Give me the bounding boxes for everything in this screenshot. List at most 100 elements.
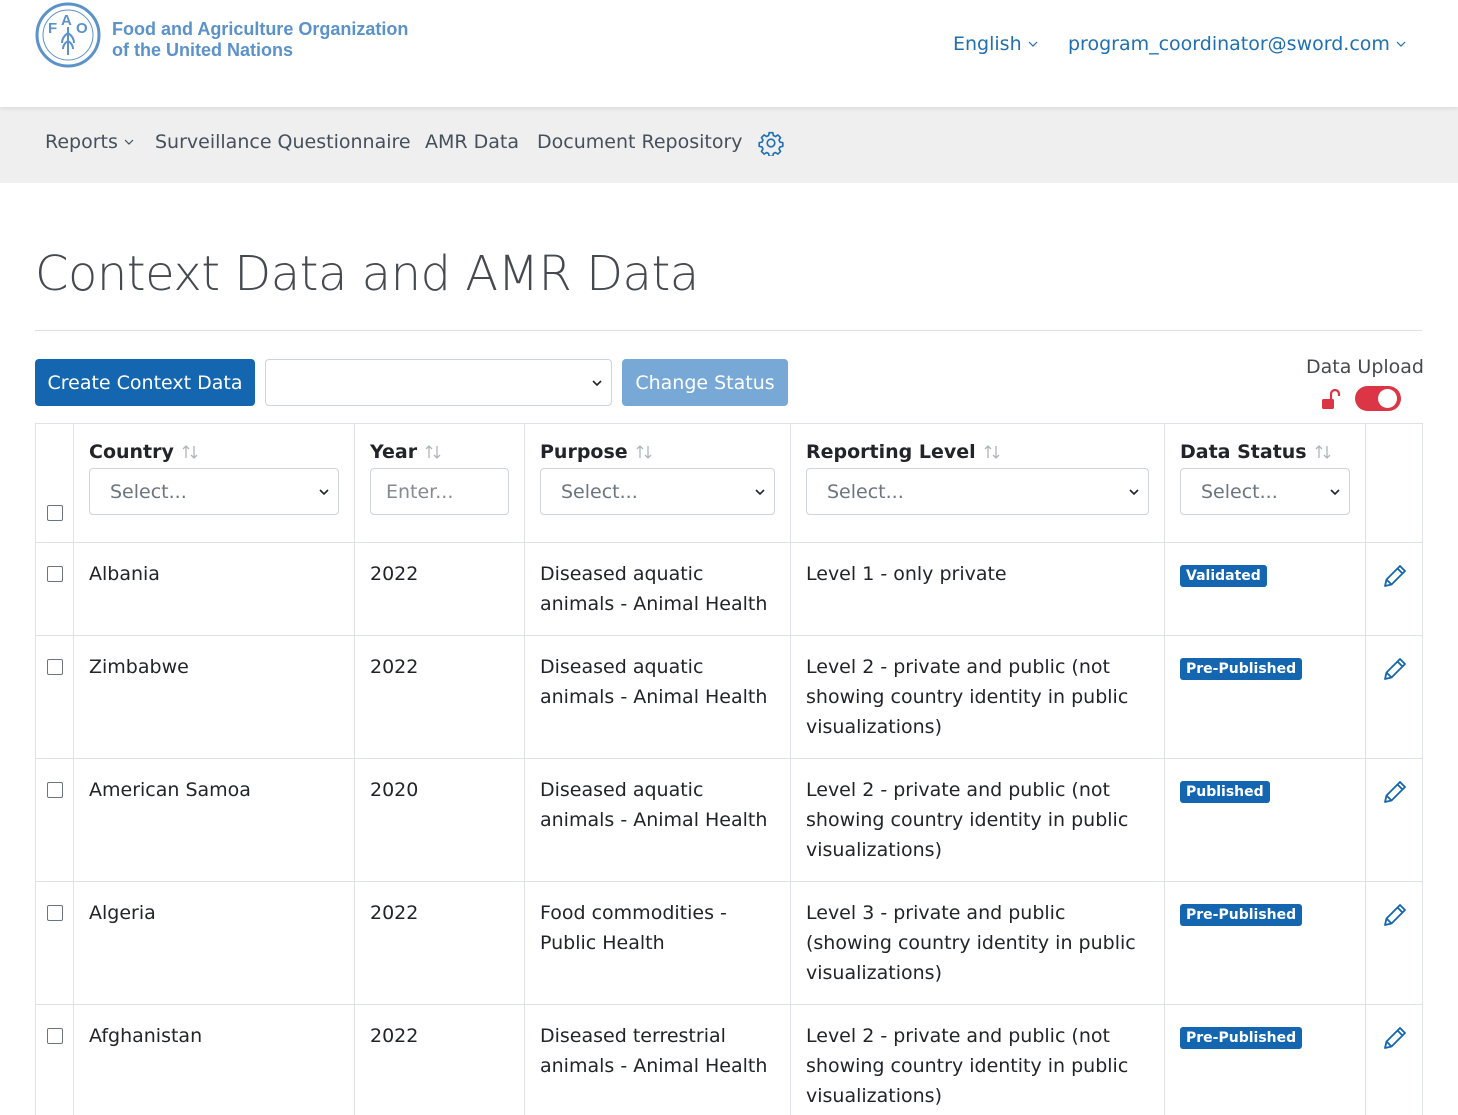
user-dropdown[interactable]: program_coordinator@sword.com	[1068, 33, 1406, 55]
row-select-cell	[35, 542, 74, 636]
column-year-label: Year	[370, 441, 418, 463]
row-checkbox[interactable]	[47, 566, 63, 582]
status-badge: Validated	[1180, 565, 1267, 587]
cell-purpose: Diseased aquatic animals - Animal Health	[524, 635, 791, 759]
column-header[interactable]: Year	[370, 438, 509, 466]
org-name: Food and Agriculture Organization of the…	[112, 19, 408, 61]
svg-text:F: F	[48, 20, 57, 37]
table-row: Algeria 2022 Food commodities - Public H…	[35, 881, 1423, 1005]
pencil-icon[interactable]	[1381, 1024, 1409, 1052]
cell-data-status: Pre-Published	[1164, 635, 1366, 759]
cell-data-status: Pre-Published	[1164, 881, 1366, 1005]
column-country-label: Country	[89, 441, 174, 463]
unlock-icon	[1322, 388, 1341, 409]
cell-year: 2020	[354, 758, 525, 882]
sort-icon[interactable]	[634, 442, 654, 462]
column-year: Year Enter...	[354, 423, 525, 543]
language-label: English	[953, 33, 1022, 55]
status-select[interactable]	[265, 359, 612, 406]
fao-logo[interactable]: F A O	[34, 1, 102, 69]
table-row: Albania 2022 Diseased aquatic animals - …	[35, 542, 1423, 636]
select-all-checkbox[interactable]	[47, 505, 63, 521]
row-select-cell	[35, 881, 74, 1005]
purpose-filter-select[interactable]: Select...	[540, 468, 775, 515]
column-header[interactable]: Country	[89, 438, 339, 466]
chevron-down-icon	[124, 139, 134, 145]
table-row: Afghanistan 2022 Diseased terrestrial an…	[35, 1004, 1423, 1115]
purpose-filter-value: Select...	[561, 481, 638, 503]
column-header[interactable]: Purpose	[540, 438, 775, 466]
chevron-down-icon	[1330, 489, 1340, 496]
divider	[35, 330, 1422, 331]
language-dropdown[interactable]: English	[953, 33, 1038, 55]
user-email: program_coordinator@sword.com	[1068, 33, 1390, 55]
data-upload-toggle[interactable]	[1355, 386, 1401, 411]
cell-data-status: Pre-Published	[1164, 1004, 1366, 1115]
cell-reporting-level: Level 2 - private and public (not showin…	[790, 758, 1165, 882]
create-context-data-button[interactable]: Create Context Data	[35, 359, 255, 406]
cell-purpose: Diseased aquatic animals - Animal Health	[524, 542, 791, 636]
reporting-level-filter-select[interactable]: Select...	[806, 468, 1149, 515]
sort-icon[interactable]	[982, 442, 1002, 462]
cell-country: American Samoa	[73, 758, 355, 882]
column-header[interactable]: Reporting Level	[806, 438, 1149, 466]
toggle-knob	[1378, 389, 1397, 408]
status-badge: Pre-Published	[1180, 904, 1303, 926]
pencil-icon[interactable]	[1381, 562, 1409, 590]
main-nav: Reports Surveillance Questionnaire AMR D…	[0, 107, 1458, 183]
column-reporting-level: Reporting Level Select...	[790, 423, 1165, 543]
cell-purpose: Diseased aquatic animals - Animal Health	[524, 758, 791, 882]
sort-icon[interactable]	[1313, 442, 1333, 462]
row-checkbox[interactable]	[47, 905, 63, 921]
cell-reporting-level: Level 2 - private and public (not showin…	[790, 635, 1165, 759]
column-country: Country Select...	[73, 423, 355, 543]
row-checkbox[interactable]	[47, 659, 63, 675]
row-actions	[1365, 635, 1423, 759]
status-badge: Published	[1180, 781, 1270, 803]
data-status-filter-value: Select...	[1201, 481, 1278, 503]
nav-document-repository[interactable]: Document Repository	[537, 131, 743, 153]
pencil-icon[interactable]	[1381, 901, 1409, 929]
row-checkbox[interactable]	[47, 782, 63, 798]
row-checkbox[interactable]	[47, 1028, 63, 1044]
cell-data-status: Published	[1164, 758, 1366, 882]
cell-reporting-level: Level 1 - only private	[790, 542, 1165, 636]
cell-country: Afghanistan	[73, 1004, 355, 1115]
status-badge: Pre-Published	[1180, 1027, 1303, 1049]
row-actions	[1365, 1004, 1423, 1115]
data-table: Country Select... Year Enter... Purpose …	[35, 423, 1423, 1115]
nav-surveillance-questionnaire[interactable]: Surveillance Questionnaire	[155, 131, 411, 153]
chevron-down-icon	[1028, 41, 1038, 47]
row-select-cell	[35, 758, 74, 882]
chevron-down-icon	[592, 380, 602, 387]
org-name-line2: of the United Nations	[112, 40, 293, 60]
row-select-cell	[35, 1004, 74, 1115]
cell-country: Algeria	[73, 881, 355, 1005]
sort-icon[interactable]	[180, 442, 200, 462]
org-name-line1: Food and Agriculture Organization	[112, 19, 409, 39]
column-purpose-label: Purpose	[540, 441, 628, 463]
country-filter-select[interactable]: Select...	[89, 468, 339, 515]
sort-icon[interactable]	[423, 442, 443, 462]
column-reporting-level-label: Reporting Level	[806, 441, 976, 463]
svg-text:O: O	[76, 20, 88, 37]
cell-reporting-level: Level 3 - private and public (showing co…	[790, 881, 1165, 1005]
year-filter-input[interactable]: Enter...	[370, 468, 509, 515]
pencil-icon[interactable]	[1381, 778, 1409, 806]
cell-year: 2022	[354, 881, 525, 1005]
cell-year: 2022	[354, 635, 525, 759]
column-header[interactable]: Data Status	[1180, 438, 1350, 466]
column-purpose: Purpose Select...	[524, 423, 791, 543]
row-actions	[1365, 542, 1423, 636]
svg-text:A: A	[61, 12, 72, 29]
top-header: F A O Food and Agriculture Organization …	[0, 0, 1458, 107]
page-title: Context Data and AMR Data	[35, 246, 699, 302]
nav-amr-data[interactable]: AMR Data	[425, 131, 519, 153]
data-status-filter-select[interactable]: Select...	[1180, 468, 1350, 515]
column-data-status-label: Data Status	[1180, 441, 1307, 463]
change-status-button[interactable]: Change Status	[622, 359, 788, 406]
gear-icon[interactable]	[758, 130, 784, 156]
cell-year: 2022	[354, 542, 525, 636]
nav-reports[interactable]: Reports	[45, 131, 134, 153]
pencil-icon[interactable]	[1381, 655, 1409, 683]
